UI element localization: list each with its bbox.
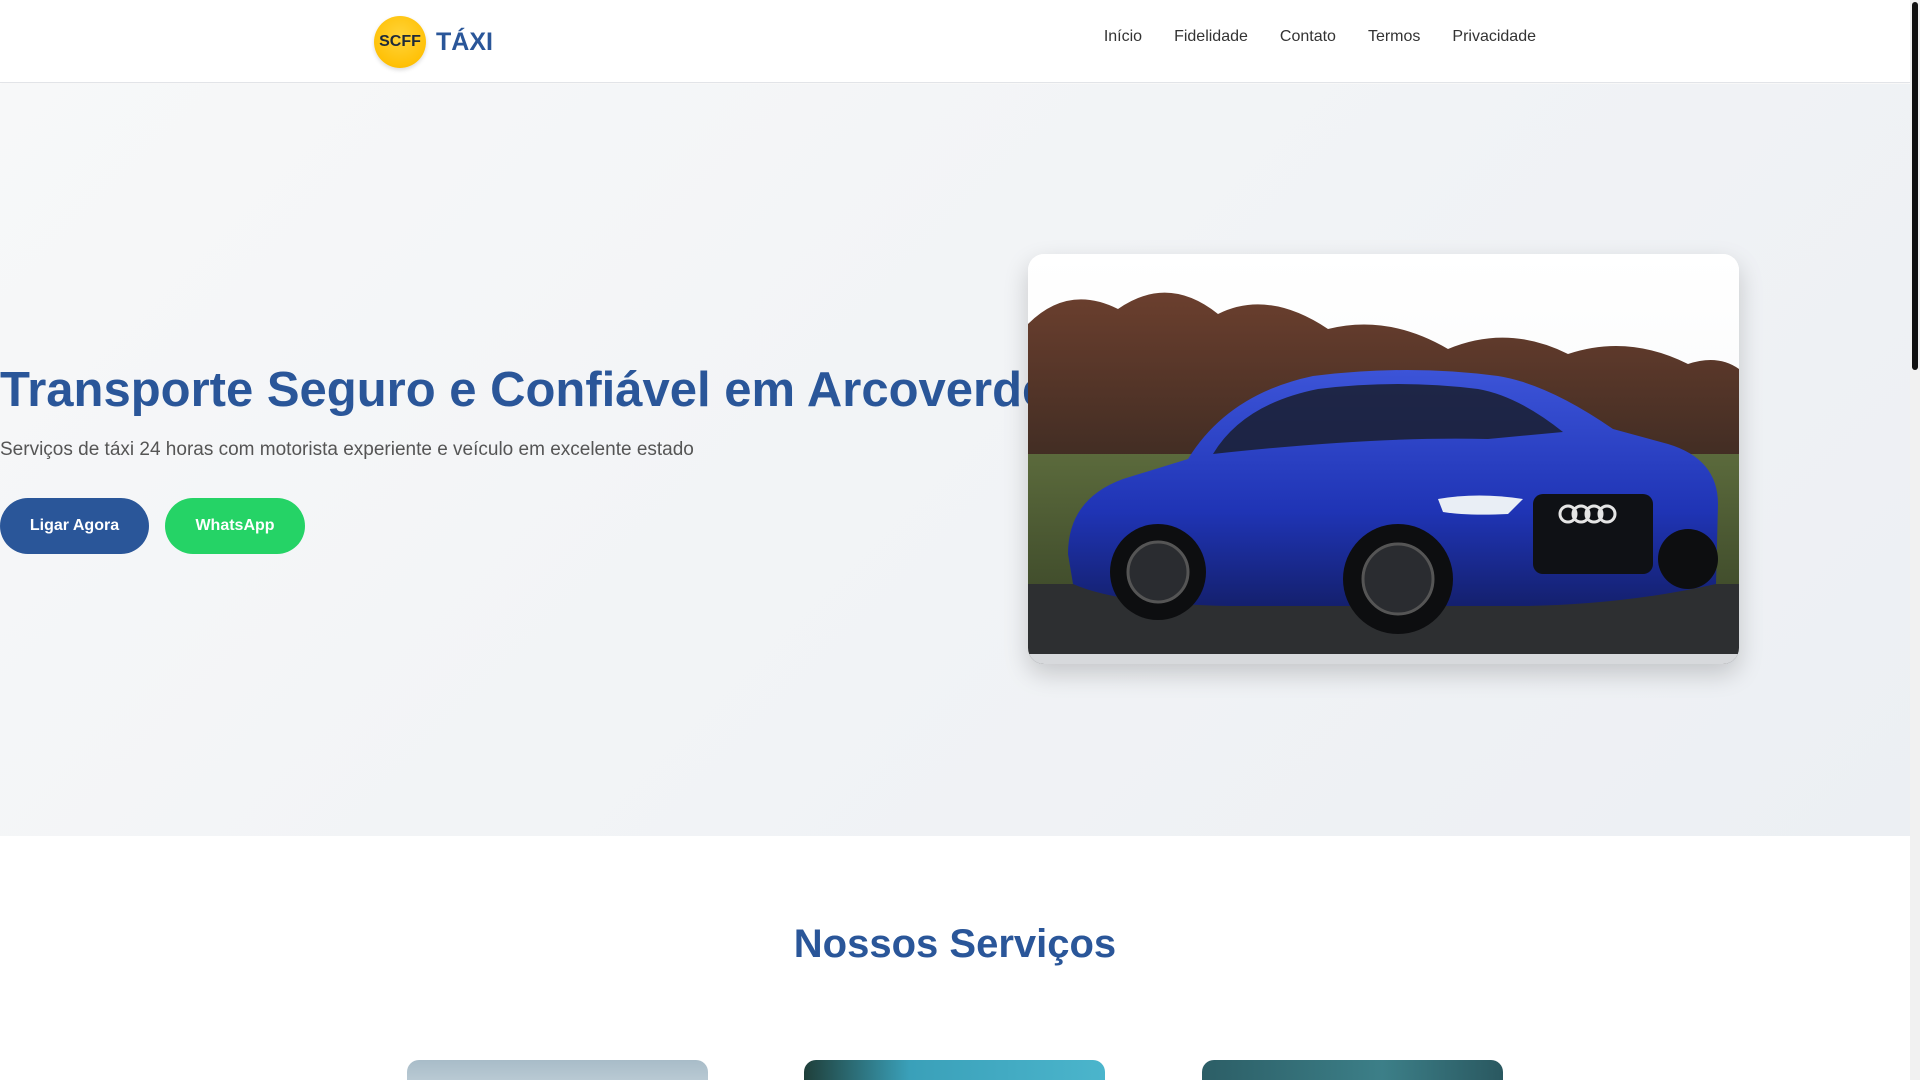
- hero-section: Transporte Seguro e Confiável em Arcover…: [0, 84, 1910, 836]
- services-title: Nossos Serviços: [793, 922, 1117, 966]
- logo-text: TÁXI: [436, 27, 493, 56]
- nav-link-termos[interactable]: Termos: [1368, 28, 1420, 46]
- scrollbar-thumb[interactable]: [1912, 2, 1918, 370]
- nav-link-fidelidade[interactable]: Fidelidade: [1174, 28, 1248, 46]
- service-card-image-1[interactable]: [407, 1060, 708, 1080]
- hero-subtitle: Serviços de táxi 24 horas com motorista …: [0, 439, 694, 460]
- nav-link-contato[interactable]: Contato: [1280, 28, 1336, 46]
- service-card-image-3[interactable]: [1202, 1060, 1503, 1080]
- logo-badge: SCFF: [374, 16, 426, 68]
- logo[interactable]: SCFF TÁXI: [374, 16, 493, 68]
- car-photo-icon: [1028, 254, 1739, 664]
- nav-link-inicio[interactable]: Início: [1104, 28, 1142, 46]
- whatsapp-button[interactable]: WhatsApp: [165, 498, 305, 554]
- service-card-image-2[interactable]: [804, 1060, 1105, 1080]
- page-scrollbar[interactable]: [1910, 0, 1920, 1080]
- main-nav: Início Fidelidade Contato Termos Privaci…: [1072, 28, 1536, 46]
- nav-link-privacidade[interactable]: Privacidade: [1452, 28, 1536, 46]
- site-header: SCFF TÁXI Início Fidelidade Contato Term…: [0, 0, 1910, 83]
- hero-title: Transporte Seguro e Confiável em Arcover…: [0, 363, 1050, 417]
- call-now-button[interactable]: Ligar Agora: [0, 498, 149, 554]
- hero-car-image: [1028, 254, 1739, 664]
